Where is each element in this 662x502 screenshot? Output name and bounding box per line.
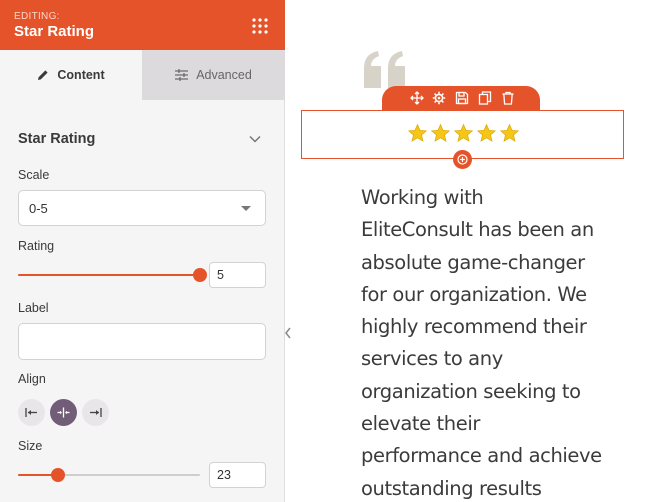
editing-label: EDITING:: [14, 11, 60, 22]
move-icon[interactable]: [410, 91, 424, 105]
rating-input[interactable]: 5: [209, 262, 266, 288]
align-center-icon: [57, 407, 70, 418]
grid-dots-icon[interactable]: [251, 17, 269, 35]
testimonial-line: services to any: [361, 347, 503, 371]
testimonial-line: organization seeking to: [361, 379, 581, 403]
testimonial-line: EliteConsult has been an: [361, 218, 594, 242]
star-icon: [430, 123, 451, 142]
rating-label: Rating: [18, 239, 55, 253]
rating-slider-thumb[interactable]: [193, 268, 207, 282]
module-toolbar: [382, 86, 540, 111]
plus-circle-icon: [457, 154, 468, 165]
testimonial-line: absolute game-changer: [361, 250, 585, 274]
align-right-icon: [90, 408, 102, 417]
tab-advanced[interactable]: Advanced: [142, 50, 285, 100]
size-input[interactable]: 23: [209, 462, 266, 488]
duplicate-icon[interactable]: [478, 91, 492, 105]
star-icon: [407, 123, 428, 142]
rating-slider[interactable]: [18, 267, 207, 283]
tab-advanced-label: Advanced: [196, 68, 252, 82]
star-icon: [476, 123, 497, 142]
align-right-button[interactable]: [82, 399, 109, 426]
label-field-label: Label: [18, 301, 49, 315]
panel-tabs: Content Advanced: [0, 50, 285, 100]
chevron-left-icon: [285, 327, 291, 339]
section-title: Star Rating: [18, 131, 96, 147]
testimonial-text: Working with EliteConsult has been an abso…: [361, 182, 611, 502]
chevron-down-icon[interactable]: [248, 132, 262, 146]
testimonial-line: performance and achieve: [361, 444, 602, 468]
rating-slider-fill: [18, 274, 200, 276]
caret-down-icon: [241, 206, 251, 211]
settings-icon[interactable]: [432, 91, 446, 105]
collapse-panel-handle[interactable]: [281, 319, 295, 347]
scale-label: Scale: [18, 168, 50, 182]
panel-title: Star Rating: [14, 23, 95, 40]
quote-mark-icon: [364, 51, 405, 88]
size-slider-thumb[interactable]: [51, 468, 66, 482]
save-icon[interactable]: [455, 91, 469, 105]
scale-select-value: 0-5: [29, 201, 48, 216]
size-label: Size: [18, 439, 43, 453]
label-input[interactable]: [18, 323, 266, 360]
tab-content[interactable]: Content: [0, 50, 142, 100]
star-rating: [407, 123, 520, 144]
trash-icon[interactable]: [501, 91, 515, 105]
testimonial-line: for our organization. We: [361, 282, 587, 306]
pencil-icon: [38, 70, 48, 80]
testimonial-line: outstanding results: [361, 476, 542, 500]
testimonial-line: elevate their: [361, 412, 480, 436]
align-left-icon: [25, 408, 37, 417]
settings-panel: EDITING: Star Rating Content Advanced St…: [0, 0, 285, 502]
align-left-button[interactable]: [18, 399, 45, 426]
star-icon: [453, 123, 474, 142]
panel-header: EDITING: Star Rating: [0, 0, 285, 50]
testimonial-line: highly recommend their: [361, 315, 587, 339]
add-module-button[interactable]: [453, 150, 472, 169]
size-slider[interactable]: [18, 467, 200, 483]
align-center-button[interactable]: [50, 399, 77, 426]
testimonial-line: Working with: [361, 186, 484, 209]
align-label: Align: [18, 372, 46, 386]
tab-content-label: Content: [57, 68, 105, 82]
sliders-icon: [175, 69, 189, 81]
scale-select[interactable]: 0-5: [18, 190, 266, 226]
star-icon: [499, 123, 520, 142]
